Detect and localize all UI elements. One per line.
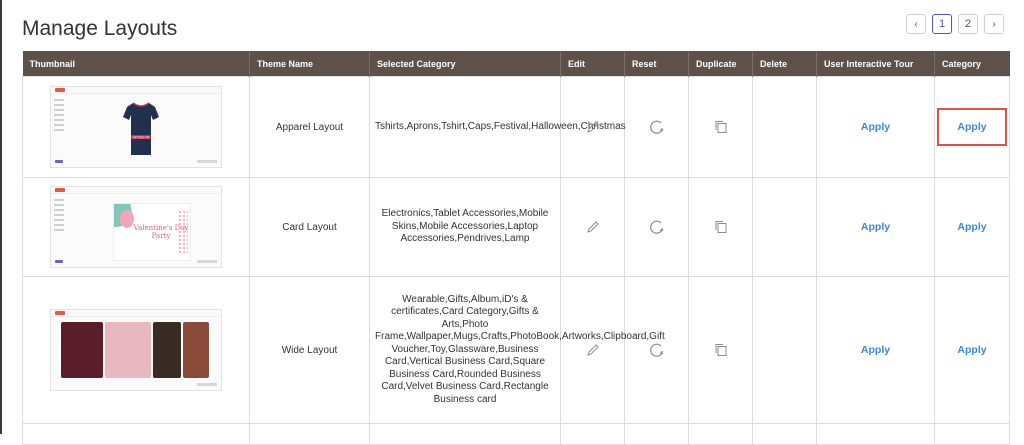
- photo-collage-image: [61, 322, 211, 382]
- header-theme-name: Theme Name: [249, 51, 370, 77]
- layout-thumbnail-wide[interactable]: [50, 309, 222, 391]
- edit-cell: [560, 177, 625, 277]
- layout-thumbnail-card[interactable]: Valentine's Day Party: [50, 186, 222, 268]
- selected-category-cell: Wearable,Gifts,Album,iD's & certificates…: [369, 276, 665, 424]
- theme-name-cell: Wide Layout: [249, 276, 370, 424]
- pagination-page-1[interactable]: 1: [932, 14, 952, 34]
- layouts-table: Thumbnail Theme Name Selected Category E…: [22, 51, 1010, 445]
- pagination: ‹ 1 2 ›: [906, 14, 1004, 34]
- category-apply-link[interactable]: Apply: [957, 121, 986, 133]
- thumbnail-cell: [22, 276, 250, 424]
- duplicate-cell: [688, 177, 753, 277]
- pencil-icon[interactable]: [586, 343, 600, 357]
- table-row: Wide Layout Wearable,Gifts,Album,iD's & …: [22, 276, 1010, 424]
- thumbnail-cell: Valentine's Day Party: [22, 177, 250, 277]
- layout-thumbnail-apparel[interactable]: SPONSOR: [50, 86, 222, 168]
- pagination-prev-button[interactable]: ‹: [906, 14, 926, 34]
- category-cell: Apply: [934, 177, 1010, 277]
- delete-cell: [752, 76, 817, 178]
- pagination-page-2[interactable]: 2: [958, 14, 978, 34]
- tour-apply-link[interactable]: Apply: [861, 121, 890, 133]
- header-delete: Delete: [752, 51, 817, 77]
- reset-cell: [624, 76, 689, 178]
- pencil-icon[interactable]: [586, 220, 600, 234]
- header-duplicate: Duplicate: [688, 51, 753, 77]
- tshirt-image: SPONSOR: [123, 102, 159, 155]
- refresh-icon[interactable]: [649, 342, 665, 358]
- edit-cell: [560, 276, 625, 424]
- selected-category-text: Wearable,Gifts,Album,iD's & certificates…: [375, 293, 665, 405]
- table-row: Valentine's Day Party Card Layout Electr…: [22, 177, 1010, 277]
- thumbnail-cell: [22, 423, 250, 445]
- tour-cell: Apply: [816, 276, 935, 424]
- delete-cell: [752, 177, 817, 277]
- table-header-row: Thumbnail Theme Name Selected Category E…: [22, 51, 1010, 77]
- theme-name-cell: Card Layout: [249, 177, 370, 277]
- header-thumbnail: Thumbnail: [22, 51, 250, 77]
- thumbnail-cell: SPONSOR: [22, 76, 250, 178]
- header-selected-category: Selected Category: [369, 51, 561, 77]
- selected-category-cell: Tshirts,Aprons,Tshirt,Caps,Festival,Hall…: [369, 76, 626, 178]
- page-title: Manage Layouts: [22, 17, 178, 40]
- tour-apply-link[interactable]: Apply: [861, 221, 890, 233]
- tour-cell: Apply: [816, 76, 935, 178]
- delete-cell: [752, 276, 817, 424]
- highlight-box: Apply: [937, 108, 1007, 146]
- refresh-icon[interactable]: [649, 219, 665, 235]
- pagination-next-button[interactable]: ›: [984, 14, 1004, 34]
- tour-cell: Apply: [816, 177, 935, 277]
- copy-icon[interactable]: [714, 220, 728, 234]
- table-row: SPONSOR Apparel Layout Tshirts,Aprons,Ts…: [22, 76, 1010, 178]
- selected-category-text: Electronics,Tablet Accessories,Mobile Sk…: [381, 208, 549, 245]
- category-cell: Apply: [934, 76, 1010, 178]
- copy-icon[interactable]: [714, 120, 728, 134]
- copy-icon[interactable]: [714, 343, 728, 357]
- tshirt-sponsor-text: SPONSOR: [132, 136, 150, 140]
- card-image: Valentine's Day Party: [113, 203, 191, 261]
- category-apply-link[interactable]: Apply: [957, 344, 986, 356]
- reset-cell: [624, 177, 689, 277]
- header-reset: Reset: [624, 51, 689, 77]
- window-edge: [0, 0, 2, 434]
- selected-category-text: Tshirts,Aprons,Tshirt,Caps,Festival,Hall…: [375, 120, 626, 132]
- selected-category-cell: Electronics,Tablet Accessories,Mobile Sk…: [369, 177, 561, 277]
- theme-name-cell: Apparel Layout: [249, 76, 370, 178]
- tour-apply-link[interactable]: Apply: [861, 344, 890, 356]
- duplicate-cell: [688, 76, 753, 178]
- header-category: Category: [934, 51, 1010, 77]
- reset-cell: [624, 276, 689, 424]
- duplicate-cell: [688, 276, 753, 424]
- header-edit: Edit: [560, 51, 625, 77]
- refresh-icon[interactable]: [649, 119, 665, 135]
- category-apply-link[interactable]: Apply: [957, 221, 986, 233]
- table-row: [22, 423, 1010, 445]
- header-user-interactive-tour: User Interactive Tour: [816, 51, 935, 77]
- category-cell: Apply: [934, 276, 1010, 424]
